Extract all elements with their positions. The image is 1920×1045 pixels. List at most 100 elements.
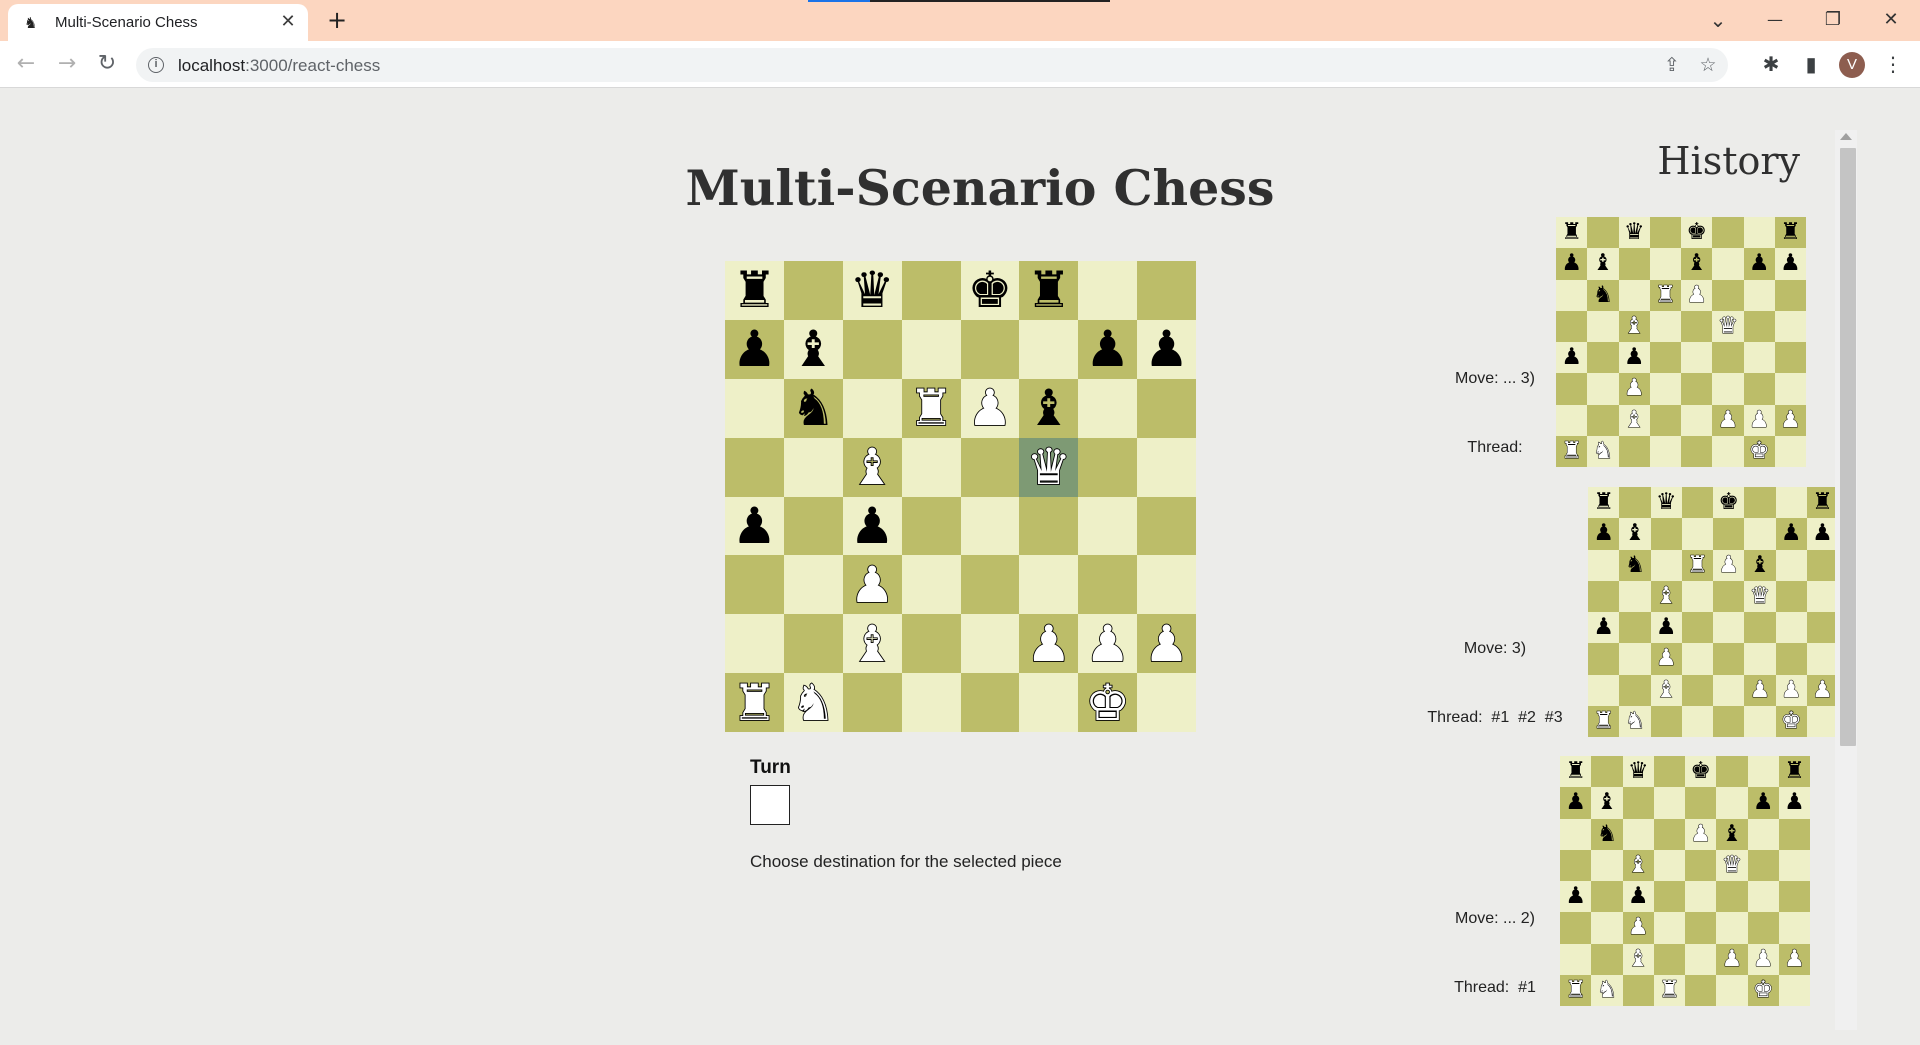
board-square[interactable] <box>1618 248 1650 280</box>
board-square[interactable] <box>1019 555 1079 615</box>
board-square[interactable]: ♝ <box>1618 310 1650 342</box>
board-square[interactable]: ♟ <box>725 319 784 379</box>
black-bishop-icon[interactable]: ♝ <box>1625 522 1646 545</box>
white-bishop-icon[interactable]: ♝ <box>1623 408 1645 432</box>
white-rook-icon[interactable]: ♜ <box>1687 553 1709 577</box>
board-square[interactable] <box>1591 756 1623 788</box>
white-pawn-icon[interactable]: ♟ <box>1721 947 1743 971</box>
board-square[interactable] <box>1774 373 1806 405</box>
black-pawn-icon[interactable]: ♟ <box>1628 885 1649 908</box>
board-square[interactable]: ♚ <box>1743 435 1775 467</box>
black-king-icon[interactable]: ♚ <box>968 265 1013 315</box>
board-square[interactable] <box>1806 580 1838 612</box>
black-queen-icon[interactable]: ♛ <box>850 265 895 315</box>
board-square[interactable]: ♟ <box>1774 248 1806 280</box>
white-queen-icon[interactable]: ♛ <box>1025 441 1072 493</box>
board-square[interactable]: ♟ <box>1622 881 1654 913</box>
black-queen-icon[interactable]: ♛ <box>1628 760 1649 783</box>
window-close-button[interactable]: ✕ <box>1876 6 1906 34</box>
black-pawn-icon[interactable]: ♟ <box>1749 252 1770 275</box>
white-bishop-icon[interactable]: ♝ <box>1623 314 1645 338</box>
board-square[interactable] <box>842 378 902 438</box>
board-square[interactable] <box>1778 912 1810 944</box>
board-square[interactable]: ♝ <box>1622 849 1654 881</box>
black-bishop-icon[interactable]: ♝ <box>1026 383 1071 433</box>
board-square[interactable] <box>960 614 1020 674</box>
board-square[interactable] <box>1588 643 1620 675</box>
board-square[interactable]: ♛ <box>1019 437 1079 497</box>
history-board[interactable]: ♜ ♛ ♚ ♜ ♟ ♝ ♝ ♟ ♟ ♞ ♜ ♟ ♝ ♛ ♟ ♟ ♟ ♝ ♟ ♟ ♟ ♜ ♞ ♚ <box>1556 217 1806 467</box>
board-square[interactable]: ♟ <box>1806 674 1838 706</box>
board-square[interactable]: ♟ <box>1560 881 1592 913</box>
board-square[interactable] <box>1137 437 1196 497</box>
black-rook-icon[interactable]: ♜ <box>1784 760 1805 783</box>
board-square[interactable]: ♟ <box>1650 643 1682 675</box>
board-square[interactable] <box>1716 974 1748 1006</box>
black-pawn-icon[interactable]: ♟ <box>850 501 895 551</box>
board-square[interactable] <box>1713 643 1745 675</box>
board-square[interactable] <box>1137 496 1196 556</box>
board-square[interactable]: ♛ <box>842 261 902 320</box>
white-pawn-icon[interactable]: ♟ <box>1780 678 1802 702</box>
white-bishop-icon[interactable]: ♝ <box>1627 853 1649 877</box>
board-square[interactable] <box>960 555 1020 615</box>
white-rook-icon[interactable]: ♜ <box>1561 439 1583 463</box>
board-square[interactable]: ♜ <box>725 673 784 732</box>
board-square[interactable] <box>1681 373 1713 405</box>
board-square[interactable]: ♝ <box>842 614 902 674</box>
black-pawn-icon[interactable]: ♟ <box>1624 346 1645 369</box>
board-square[interactable] <box>1743 279 1775 311</box>
board-square[interactable]: ♚ <box>1685 756 1717 788</box>
white-knight-icon[interactable]: ♞ <box>1592 439 1614 463</box>
board-square[interactable]: ♟ <box>1744 674 1776 706</box>
white-rook-icon[interactable]: ♜ <box>908 382 955 434</box>
board-square[interactable] <box>960 437 1020 497</box>
black-king-icon[interactable]: ♚ <box>1718 491 1739 514</box>
board-square[interactable] <box>1775 612 1807 644</box>
board-square[interactable] <box>1619 580 1651 612</box>
white-pawn-icon[interactable]: ♟ <box>1717 408 1739 432</box>
board-square[interactable]: ♝ <box>1622 943 1654 975</box>
board-square[interactable]: ♟ <box>1747 943 1779 975</box>
board-square[interactable] <box>1649 342 1681 374</box>
board-square[interactable] <box>1713 705 1745 737</box>
board-square[interactable]: ♞ <box>1587 435 1619 467</box>
board-square[interactable]: ♟ <box>1774 404 1806 436</box>
black-pawn-icon[interactable]: ♟ <box>1812 522 1833 545</box>
board-square[interactable]: ♟ <box>1078 614 1138 674</box>
board-square[interactable]: ♝ <box>1650 580 1682 612</box>
board-square[interactable]: ♟ <box>1556 342 1588 374</box>
board-square[interactable]: ♞ <box>1591 974 1623 1006</box>
black-rook-icon[interactable]: ♜ <box>1593 491 1614 514</box>
board-square[interactable] <box>1591 943 1623 975</box>
white-pawn-icon[interactable]: ♟ <box>1623 376 1645 400</box>
board-square[interactable] <box>1078 555 1138 615</box>
url-text[interactable]: localhost:3000/react-chess <box>178 56 380 76</box>
board-square[interactable] <box>1653 912 1685 944</box>
board-square[interactable]: ♜ <box>1556 217 1588 249</box>
white-knight-icon[interactable]: ♞ <box>1624 709 1646 733</box>
board-square[interactable] <box>1747 818 1779 850</box>
board-square[interactable] <box>1712 342 1744 374</box>
info-icon[interactable]: i <box>148 57 164 73</box>
white-bishop-icon[interactable]: ♝ <box>1655 584 1677 608</box>
board-square[interactable] <box>1806 612 1838 644</box>
white-bishop-icon[interactable]: ♝ <box>849 618 896 670</box>
board-square[interactable] <box>1744 705 1776 737</box>
black-pawn-icon[interactable]: ♟ <box>1561 252 1582 275</box>
white-pawn-icon[interactable]: ♟ <box>1812 678 1834 702</box>
board-square[interactable] <box>1588 674 1620 706</box>
board-square[interactable]: ♞ <box>1619 549 1651 581</box>
board-square[interactable] <box>842 319 902 379</box>
board-square[interactable] <box>1778 849 1810 881</box>
board-square[interactable] <box>1681 435 1713 467</box>
board-square[interactable] <box>1019 319 1079 379</box>
board-square[interactable] <box>783 437 843 497</box>
board-square[interactable]: ♜ <box>1774 217 1806 249</box>
board-square[interactable]: ♜ <box>1588 705 1620 737</box>
board-square[interactable]: ♞ <box>1619 705 1651 737</box>
black-pawn-icon[interactable]: ♟ <box>1565 885 1586 908</box>
board-square[interactable]: ♟ <box>1743 404 1775 436</box>
black-bishop-icon[interactable]: ♝ <box>1722 822 1743 846</box>
board-square[interactable]: ♟ <box>1775 674 1807 706</box>
